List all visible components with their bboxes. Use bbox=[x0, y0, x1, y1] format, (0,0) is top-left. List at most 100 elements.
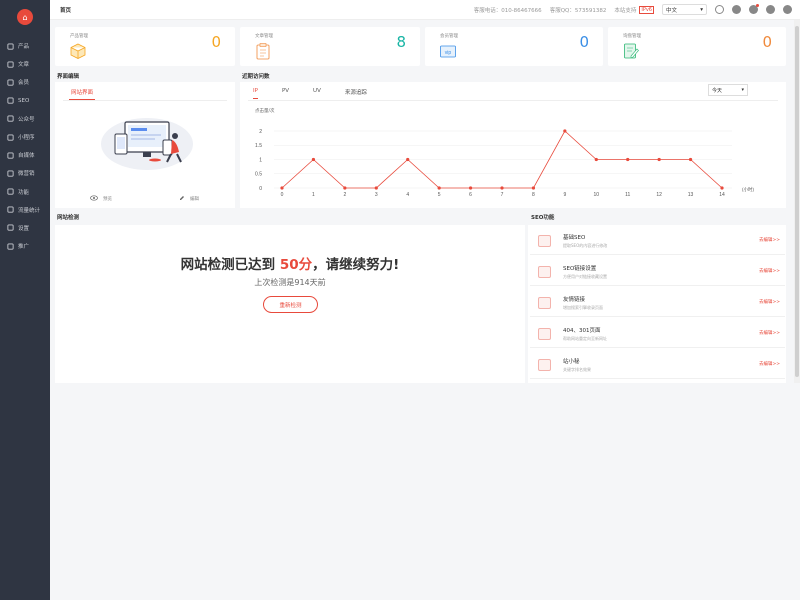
recheck-button[interactable]: 重新检测 bbox=[263, 296, 318, 313]
home-logo-icon[interactable]: ⌂ bbox=[17, 9, 33, 25]
data-point bbox=[657, 157, 661, 162]
x-tick-label: 5 bbox=[438, 192, 441, 198]
miniprogram-icon bbox=[7, 133, 14, 141]
tab-visits-0[interactable]: IP bbox=[253, 88, 258, 99]
site-check-title: 网站检测 bbox=[57, 215, 80, 221]
data-point bbox=[468, 186, 473, 190]
chart-icon bbox=[7, 206, 14, 213]
scrollbar[interactable] bbox=[794, 20, 800, 383]
seo-item-desc: 增加搜索引擎收录页面 bbox=[563, 305, 603, 310]
data-point bbox=[594, 157, 598, 162]
tab-visits-2[interactable]: UV bbox=[313, 88, 321, 99]
chevron-down-icon: ▾ bbox=[700, 6, 703, 13]
headline-suffix: ，请继续努力! bbox=[312, 257, 400, 273]
scrollbar-thumb[interactable] bbox=[795, 26, 799, 377]
y-tick-label: 0 bbox=[259, 186, 262, 192]
x-tick-label: 14 bbox=[719, 192, 725, 198]
sidebar-item-4[interactable]: 公众号 bbox=[0, 110, 50, 128]
refresh-icon[interactable] bbox=[715, 5, 724, 14]
pencil-icon[interactable] bbox=[179, 195, 185, 201]
sidebar-item-9[interactable]: 流量统计 bbox=[0, 201, 50, 219]
data-point bbox=[626, 157, 630, 162]
seo-feature-icon bbox=[538, 266, 551, 278]
language-select[interactable]: 中文 ▾ bbox=[662, 4, 707, 15]
seo-item[interactable]: 友情链接增加搜索引擎收录页面 去编辑>> bbox=[530, 289, 785, 317]
language-value: 中文 bbox=[666, 7, 678, 14]
devices-illustration bbox=[101, 118, 193, 170]
seo-item-title: 友情链接 bbox=[563, 297, 586, 303]
seo-edit-link[interactable]: 去编辑>> bbox=[759, 237, 780, 243]
eye-icon[interactable] bbox=[90, 195, 98, 201]
ui-edit-panel: 网站界面 预览 编辑 bbox=[55, 82, 235, 208]
tab-site-ui[interactable]: 网站界面 bbox=[69, 88, 96, 100]
range-select[interactable]: 今天 ▾ bbox=[708, 84, 748, 96]
stat-card-members[interactable]: 会员管理 vip 0 bbox=[425, 27, 603, 66]
breadcrumb-home[interactable]: 首页 bbox=[60, 6, 71, 14]
sidebar-item-0[interactable]: 产品 bbox=[0, 37, 50, 55]
sidebar-item-10[interactable]: 设置 bbox=[0, 219, 50, 237]
x-tick-label: 12 bbox=[656, 192, 662, 198]
seo-edit-link[interactable]: 去编辑>> bbox=[759, 268, 780, 274]
notification-bell-icon[interactable] bbox=[749, 4, 759, 14]
stat-label: 询盘管理 bbox=[623, 34, 641, 39]
stat-card-articles[interactable]: 文章管理 8 bbox=[240, 27, 420, 66]
chart-ylabel: 点击量/次 bbox=[255, 109, 275, 114]
seo-feature-icon bbox=[538, 235, 551, 247]
notification-dot bbox=[756, 4, 759, 7]
seo-edit-link[interactable]: 去编辑>> bbox=[759, 299, 780, 305]
x-tick-label: 0 bbox=[281, 192, 284, 198]
seo-item[interactable]: SEO链接设置 方便用户对链接收藏设置 去编辑>> bbox=[530, 258, 785, 286]
seo-item-title: 基础SEO bbox=[563, 235, 586, 241]
stat-value: 8 bbox=[396, 33, 406, 51]
media-icon bbox=[7, 152, 14, 159]
sidebar-item-label: 产品 bbox=[18, 44, 30, 51]
user-icon[interactable] bbox=[783, 5, 792, 14]
range-value: 今天 bbox=[712, 87, 723, 94]
info-icon[interactable] bbox=[766, 5, 775, 14]
svg-text:vip: vip bbox=[445, 50, 452, 56]
edit-link[interactable]: 编辑 bbox=[190, 196, 199, 202]
sidebar-item-6[interactable]: 自媒体 bbox=[0, 146, 50, 164]
x-tick-label: 4 bbox=[406, 192, 409, 198]
seo-item[interactable]: 基础SEO 提取SEO的内容进行修改 去编辑>> bbox=[530, 227, 785, 255]
seo-edit-link[interactable]: 去编辑>> bbox=[759, 330, 780, 336]
wechat-icon bbox=[7, 115, 14, 122]
sidebar-item-11[interactable]: 推广 bbox=[0, 237, 50, 255]
sidebar-item-label: 文章 bbox=[18, 62, 30, 69]
tab-visits-1[interactable]: PV bbox=[282, 88, 289, 99]
data-point bbox=[688, 157, 693, 162]
data-point bbox=[531, 186, 536, 190]
sidebar-item-3[interactable]: SEO bbox=[0, 92, 50, 110]
ui-edit-title: 界面编辑 bbox=[57, 74, 80, 80]
top-bar: 首页 客服电话：010-86467666 客服QQ：573591382 本站支持… bbox=[50, 0, 800, 20]
help-icon[interactable] bbox=[732, 5, 741, 14]
document-icon bbox=[7, 61, 14, 68]
stat-label: 产品管理 bbox=[70, 34, 88, 39]
sidebar-item-5[interactable]: 小程序 bbox=[0, 128, 50, 146]
sidebar-item-2[interactable]: 会员 bbox=[0, 73, 50, 91]
stat-card-products[interactable]: 产品管理 0 bbox=[55, 27, 235, 66]
visits-line-chart: 00.511.520 1 2 3 4 5 6 7 8 9 10 11 12 13 14(小时) bbox=[255, 129, 754, 198]
data-point bbox=[374, 186, 378, 190]
users-icon bbox=[7, 79, 14, 86]
tab-visits-3[interactable]: 来源追踪 bbox=[345, 88, 367, 99]
x-tick-label: 2 bbox=[343, 192, 346, 198]
data-point bbox=[406, 157, 410, 162]
sidebar-item-label: 流量统计 bbox=[18, 207, 41, 214]
preview-link[interactable]: 预览 bbox=[103, 196, 112, 202]
seo-feature-icon bbox=[538, 297, 551, 309]
seo-item-title: SEO链接设置 bbox=[563, 266, 597, 272]
edit-document-icon bbox=[624, 43, 639, 59]
sidebar-item-7[interactable]: 微营销 bbox=[0, 164, 50, 182]
seo-item[interactable]: 404、301页面 帮助网站重定向至新网址 去编辑>> bbox=[530, 320, 785, 348]
stat-card-inquiries[interactable]: 询盘管理 0 bbox=[608, 27, 786, 66]
sidebar-item-8[interactable]: 功能 bbox=[0, 183, 50, 201]
data-point bbox=[280, 186, 284, 190]
sidebar-item-label: 小程序 bbox=[18, 135, 35, 142]
seo-title: SEO功能 bbox=[531, 215, 555, 221]
sidebar-item-1[interactable]: 文章 bbox=[0, 55, 50, 73]
seo-feature-icon bbox=[538, 328, 551, 340]
seo-item[interactable]: 站小秘 关键字排名效果 去编辑>> bbox=[530, 351, 785, 379]
seo-edit-link[interactable]: 去编辑>> bbox=[759, 361, 780, 367]
divider bbox=[63, 100, 227, 101]
